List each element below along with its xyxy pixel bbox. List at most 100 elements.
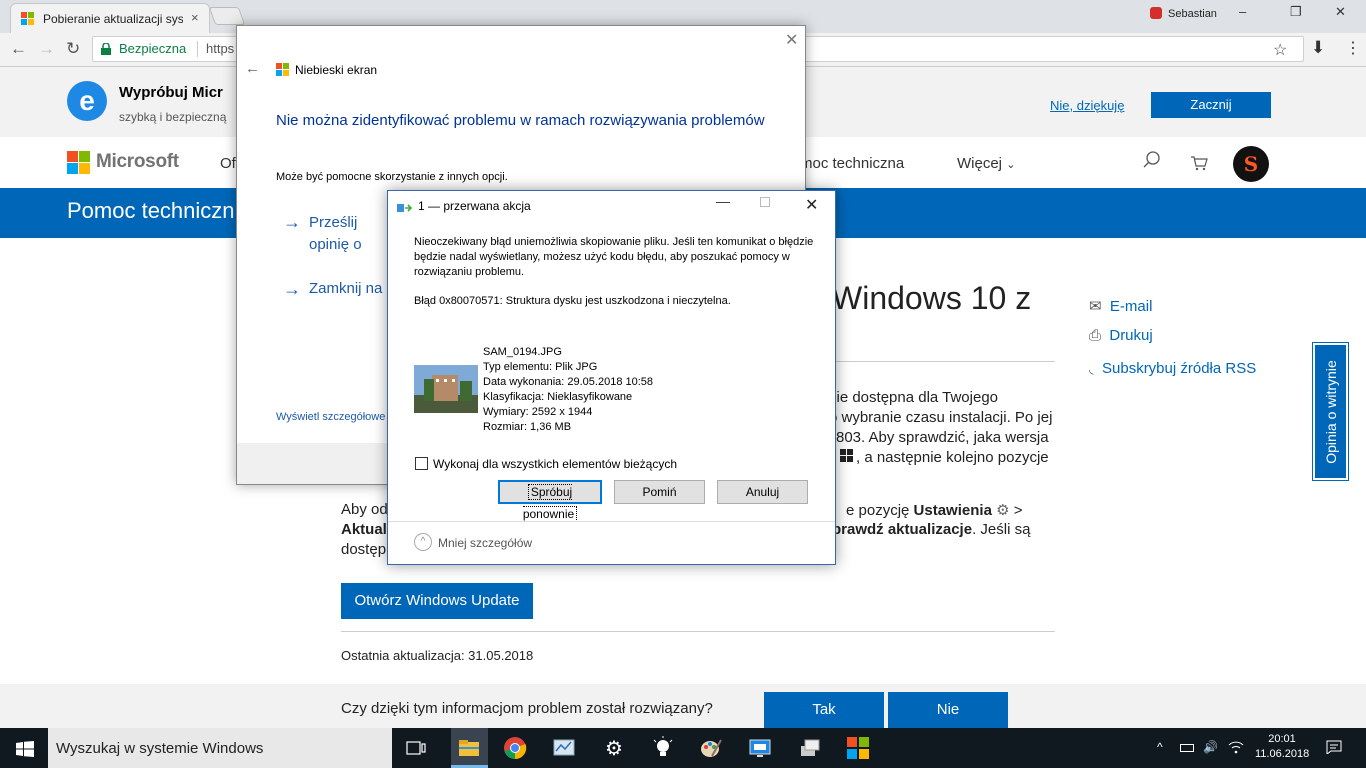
volume-icon[interactable]: 🔊 <box>1203 740 1218 754</box>
new-tab-button[interactable] <box>208 7 246 25</box>
gear-icon: ⚙ <box>996 502 1010 519</box>
clock-date: 11.06.2018 <box>1255 748 1310 760</box>
retry-button[interactable]: Spróbuj ponownie <box>498 480 602 522</box>
tab-close-icon[interactable]: × <box>191 10 199 25</box>
file-name: SAM_0194.JPG <box>483 346 562 358</box>
edge-logo-icon: e <box>66 80 108 122</box>
file-dimensions: Wymiary: 2592 x 1944 <box>483 406 593 418</box>
chevron-up-icon[interactable]: ^ <box>414 533 432 551</box>
tab-title: Pobieranie aktualizacji sys <box>43 12 183 26</box>
apply-all-checkbox[interactable] <box>415 457 428 470</box>
taskbar-search-input[interactable]: Wyszukaj w systemie Windows <box>48 728 392 768</box>
breadcrumb-separator: > <box>1013 502 1023 519</box>
battery-icon[interactable] <box>1180 744 1194 752</box>
body-line: o wybranie czasu instalacji. Po jej <box>829 409 1053 426</box>
url-text[interactable]: https <box>206 41 234 56</box>
search-icon[interactable] <box>1142 150 1162 170</box>
copy-error-dialog: 1 — przerwana akcja — ✕ Nieoczekiwany bł… <box>387 190 836 565</box>
task-view-icon[interactable] <box>404 736 428 760</box>
file-date: Data wykonania: 29.05.2018 10:58 <box>483 376 654 388</box>
open-windows-update-button[interactable]: Otwórz Windows Update <box>341 583 533 619</box>
feedback-question: Czy dzięki tym informacjom problem zosta… <box>341 700 713 717</box>
apply-all-label[interactable]: Wykonaj dla wszystkich elementów bieżący… <box>433 457 677 471</box>
windows-logo-icon <box>840 449 854 463</box>
microsoft-brand[interactable]: Microsoft <box>96 151 179 173</box>
file-copy-icon <box>397 202 413 214</box>
nav-more-label: Więcej <box>957 155 1003 172</box>
bookmark-star-icon[interactable]: ☆ <box>1273 40 1287 60</box>
rss-link[interactable]: ◟ Subskrybuj źródła RSS <box>1089 360 1256 377</box>
cancel-button[interactable]: Anuluj <box>717 480 808 504</box>
taskbar-clock[interactable]: 20:01 11.06.2018 <box>1255 732 1309 762</box>
back-icon[interactable]: ← <box>245 60 260 77</box>
settings-link: Ustawienia <box>913 502 992 519</box>
body-line-settings: e pozycję Ustawienia ⚙ > <box>846 501 1022 519</box>
view-details-link[interactable]: Wyświetl szczegółowe <box>276 411 389 423</box>
download-icon[interactable]: ⬇ <box>1311 38 1325 58</box>
chrome-icon[interactable] <box>503 736 527 760</box>
body-text: . Jeśli są <box>972 521 1031 538</box>
maximize-button[interactable]: ❐ <box>1290 4 1302 20</box>
close-troubleshooter-option[interactable]: Zamknij na <box>309 280 389 297</box>
email-link[interactable]: ✉ E-mail <box>1089 297 1152 315</box>
fewer-details-button[interactable]: Mniej szczegółów <box>438 536 532 550</box>
band-title: Pomoc techniczn <box>67 198 235 223</box>
microsoft-logo-icon[interactable] <box>67 151 90 174</box>
cart-icon[interactable] <box>1190 155 1208 171</box>
microsoft-favicon-icon <box>21 12 35 26</box>
body-text: e pozycję <box>846 502 910 519</box>
dialog-title: 1 — przerwana akcja <box>418 199 531 213</box>
no-thanks-link[interactable]: Nie, dziękuję <box>1050 98 1124 113</box>
back-icon[interactable]: ← <box>10 39 27 59</box>
tray-overflow-icon[interactable]: ^ <box>1157 740 1163 754</box>
profile-icon <box>1150 7 1162 19</box>
body-line: 803. Aby sprawdzić, jaka wersja <box>836 429 1049 446</box>
performance-monitor-icon[interactable] <box>552 736 576 760</box>
paint-icon[interactable] <box>699 736 723 760</box>
skip-button[interactable]: Pomiń <box>614 480 705 504</box>
divider <box>341 631 1055 632</box>
divider <box>197 41 198 57</box>
photo-thumbnail <box>414 365 478 413</box>
close-icon[interactable]: ✕ <box>785 30 798 50</box>
file-explorer-icon[interactable] <box>457 736 481 760</box>
check-updates-text: prawdź aktualizacje <box>832 521 973 538</box>
profile-button[interactable]: Sebastian <box>1150 7 1217 20</box>
menu-icon[interactable]: ⋮ <box>1345 38 1361 58</box>
wifi-icon[interactable] <box>1228 740 1244 754</box>
search-placeholder: Wyszukaj w systemie Windows <box>56 740 264 757</box>
network-device-icon[interactable] <box>798 736 822 760</box>
nav-support[interactable]: moc techniczna <box>800 155 904 172</box>
tips-lightbulb-icon[interactable] <box>651 736 675 760</box>
start-button[interactable]: Zacznij <box>1151 92 1271 118</box>
nav-more[interactable]: Więcej ⌄ <box>957 155 1015 172</box>
browser-tab[interactable]: Pobieranie aktualizacji sys × <box>10 3 210 33</box>
remote-desktop-icon[interactable] <box>748 736 772 760</box>
body-line-check: prawdź aktualizacje. Jeśli są <box>832 521 1030 538</box>
arrow-right-icon: → <box>283 279 301 299</box>
no-button[interactable]: Nie <box>888 692 1008 728</box>
windows-start-icon[interactable] <box>16 741 34 757</box>
last-updated: Ostatnia aktualizacja: 31.05.2018 <box>341 648 534 663</box>
error-code: Błąd 0x80070571: Struktura dysku jest us… <box>414 295 731 307</box>
close-window-button[interactable]: ✕ <box>1335 4 1346 20</box>
site-feedback-tab[interactable]: Opinia o witrynie <box>1312 342 1349 481</box>
action-center-icon[interactable] <box>1326 740 1342 754</box>
nav-office[interactable]: Of <box>220 155 236 172</box>
settings-gear-icon[interactable]: ⚙ <box>602 736 626 760</box>
troubleshooter-title: Niebieski ekran <box>295 63 378 77</box>
reload-icon[interactable]: ↻ <box>66 39 80 59</box>
maximize-button <box>760 197 770 207</box>
minimize-button[interactable]: – <box>1239 4 1246 19</box>
windows-store-icon[interactable] <box>846 736 870 760</box>
minimize-button[interactable]: — <box>716 193 730 209</box>
svg-text:e: e <box>79 85 95 116</box>
close-button[interactable]: ✕ <box>805 195 818 215</box>
yes-button[interactable]: Tak <box>764 692 884 728</box>
error-message: Nieoczekiwany błąd uniemożliwia skopiowa… <box>414 236 814 278</box>
printer-icon: ⎙ <box>1089 327 1102 344</box>
send-feedback-option[interactable]: Prześlij opinię o problemów <box>309 212 399 256</box>
print-link[interactable]: ⎙ Drukuj <box>1089 327 1153 344</box>
forward-icon[interactable]: → <box>38 39 55 59</box>
avatar[interactable]: S <box>1233 146 1269 182</box>
